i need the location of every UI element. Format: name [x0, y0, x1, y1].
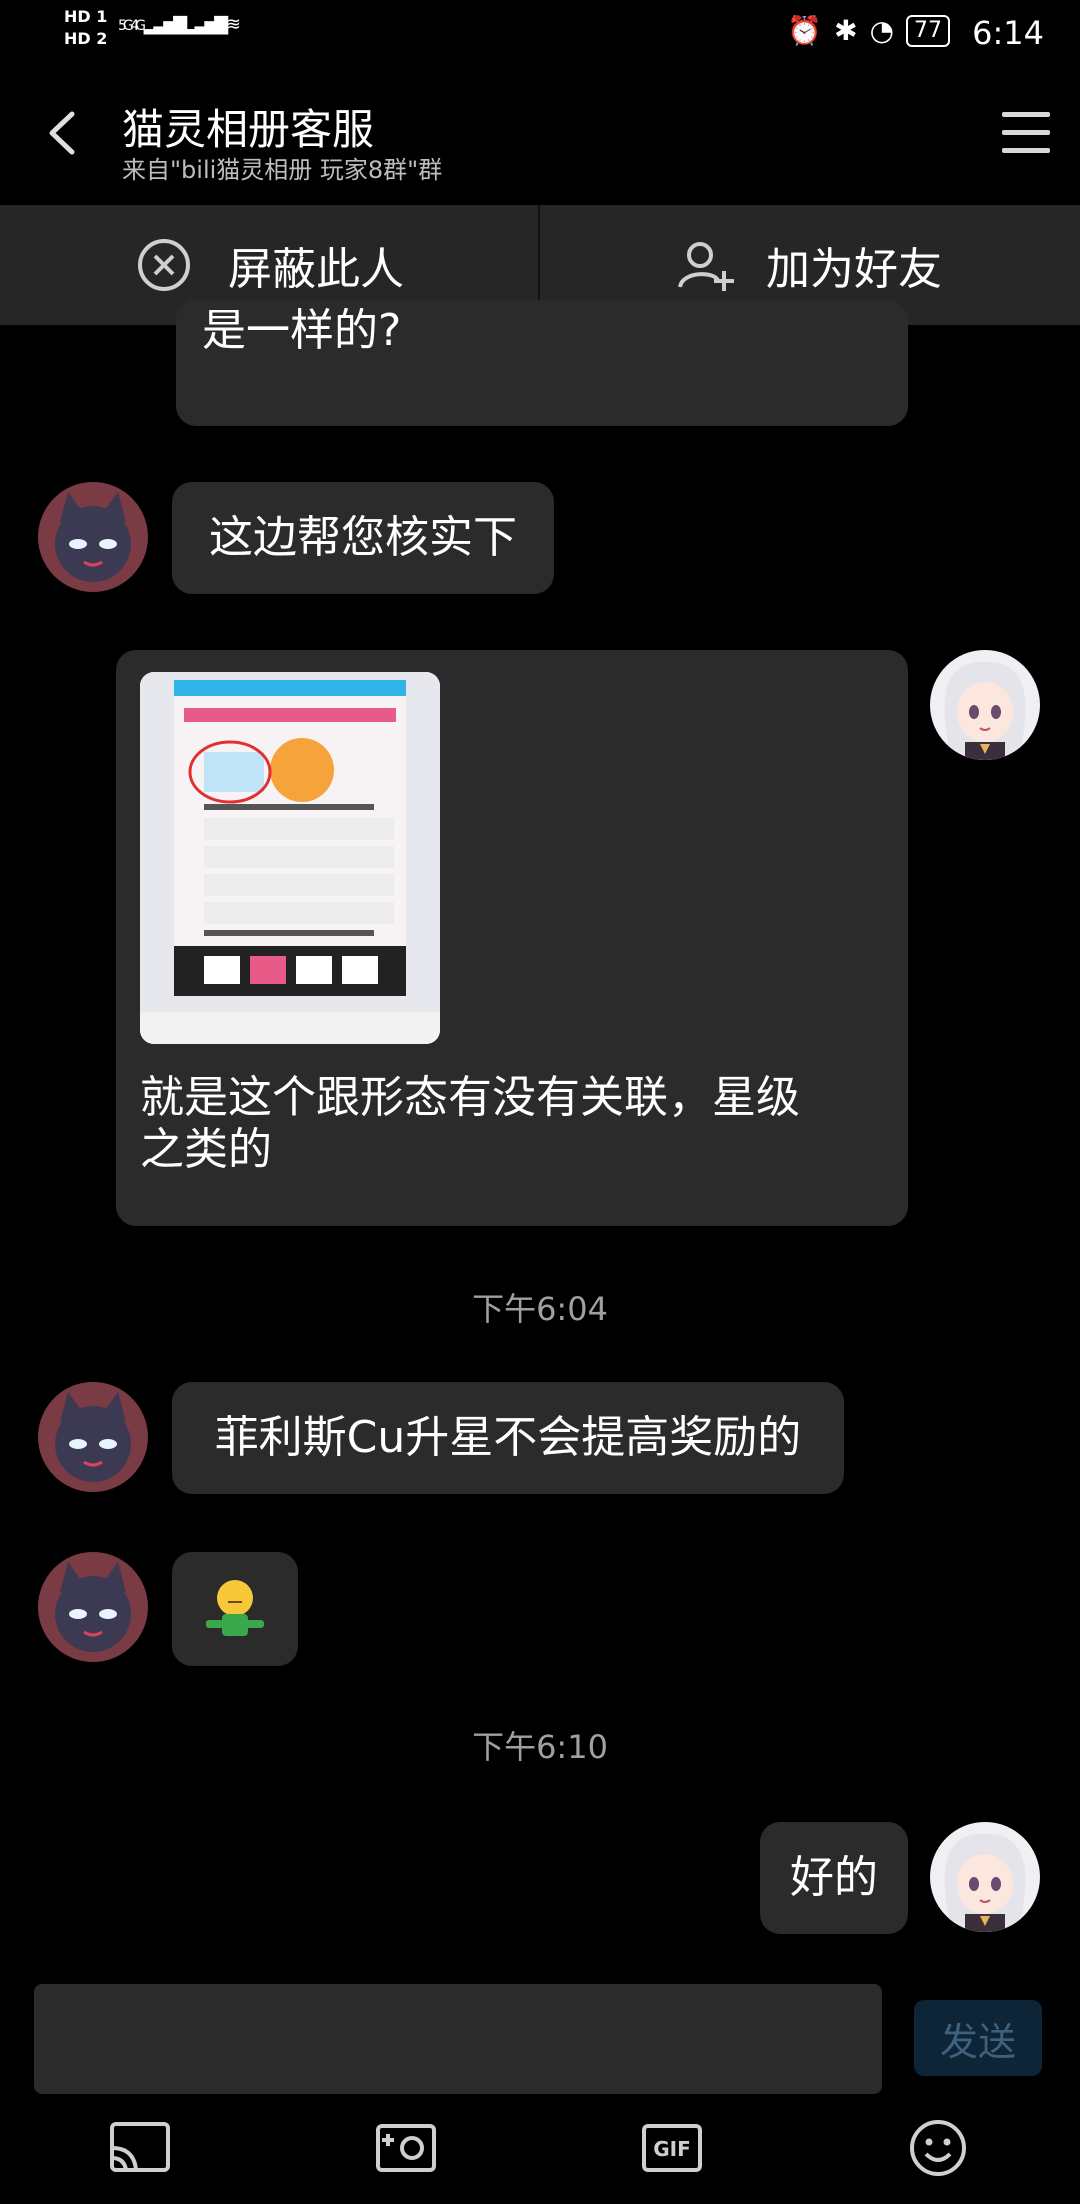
timestamp: 下午6:10 [472, 1728, 608, 1766]
speed-icon: ◔ [869, 14, 894, 47]
anime-girl-avatar-icon [930, 650, 1040, 760]
cast-icon [110, 2122, 170, 2172]
message-input[interactable] [34, 1984, 882, 2094]
cat-avatar-icon [38, 1382, 148, 1492]
avatar[interactable] [38, 1552, 148, 1662]
image-attachment[interactable] [140, 672, 440, 1044]
svg-text:GIF: GIF [653, 2137, 691, 2161]
emoji-button[interactable] [906, 2118, 970, 2178]
avatar[interactable] [930, 1822, 1040, 1932]
cat-avatar-icon [38, 1552, 148, 1662]
battery-icon: 77 [906, 14, 950, 47]
page-title: 猫灵相册客服 [122, 105, 375, 154]
chevron-left-icon [49, 111, 75, 155]
menu-button[interactable] [1002, 112, 1050, 156]
add-user-icon [678, 242, 734, 291]
clock: 6:14 [972, 14, 1044, 52]
back-button[interactable] [42, 108, 82, 158]
emoji-icon [910, 2120, 966, 2176]
block-icon [138, 239, 190, 291]
gif-button[interactable]: GIF [640, 2118, 704, 2178]
page-subtitle: 来自"bili猫灵相册 玩家8群"群 [122, 156, 443, 184]
cat-avatar-icon [38, 482, 148, 592]
shrug-emoji-icon [206, 1580, 264, 1636]
status-bar: HD 1 HD 2 5G 4G ▂▃▅▇ ▂▃▅▇ ≋ ⏰ ✱ ◔ 77 6:1… [0, 0, 1080, 70]
avatar[interactable] [38, 482, 148, 592]
avatar[interactable] [38, 1382, 148, 1492]
status-icons: ⏰ ✱ ◔ 77 [787, 14, 950, 47]
sim-indicator: HD 1 HD 2 [64, 7, 108, 48]
screenshot-thumbnail-icon [140, 672, 440, 1044]
message-text: 是一样的? [202, 305, 402, 356]
message-text: 就是这个跟形态有没有关联，星级 之类的 [140, 1072, 800, 1175]
camera-button[interactable] [374, 2118, 438, 2178]
signal-icon: 5G 4G ▂▃▅▇ ▂▃▅▇ ≋ [118, 14, 241, 35]
menu-icon [1002, 112, 1050, 117]
anime-girl-avatar-icon [930, 1822, 1040, 1932]
alarm-icon: ⏰ [787, 14, 823, 47]
send-button[interactable]: 发送 [914, 2000, 1042, 2076]
avatar[interactable] [930, 650, 1040, 760]
message-bubble[interactable]: 这边帮您核实下 [172, 482, 554, 594]
message-bubble[interactable] [172, 1552, 298, 1666]
message-bubble[interactable]: 好的 [760, 1822, 908, 1934]
timestamp: 下午6:04 [472, 1290, 608, 1328]
gif-icon: GIF [642, 2124, 702, 2172]
message-bubble[interactable]: 菲利斯Cu升星不会提高奖励的 [172, 1382, 844, 1494]
bluetooth-icon: ✱ [834, 14, 858, 47]
camera-icon [376, 2124, 436, 2172]
cast-button[interactable] [108, 2118, 172, 2178]
